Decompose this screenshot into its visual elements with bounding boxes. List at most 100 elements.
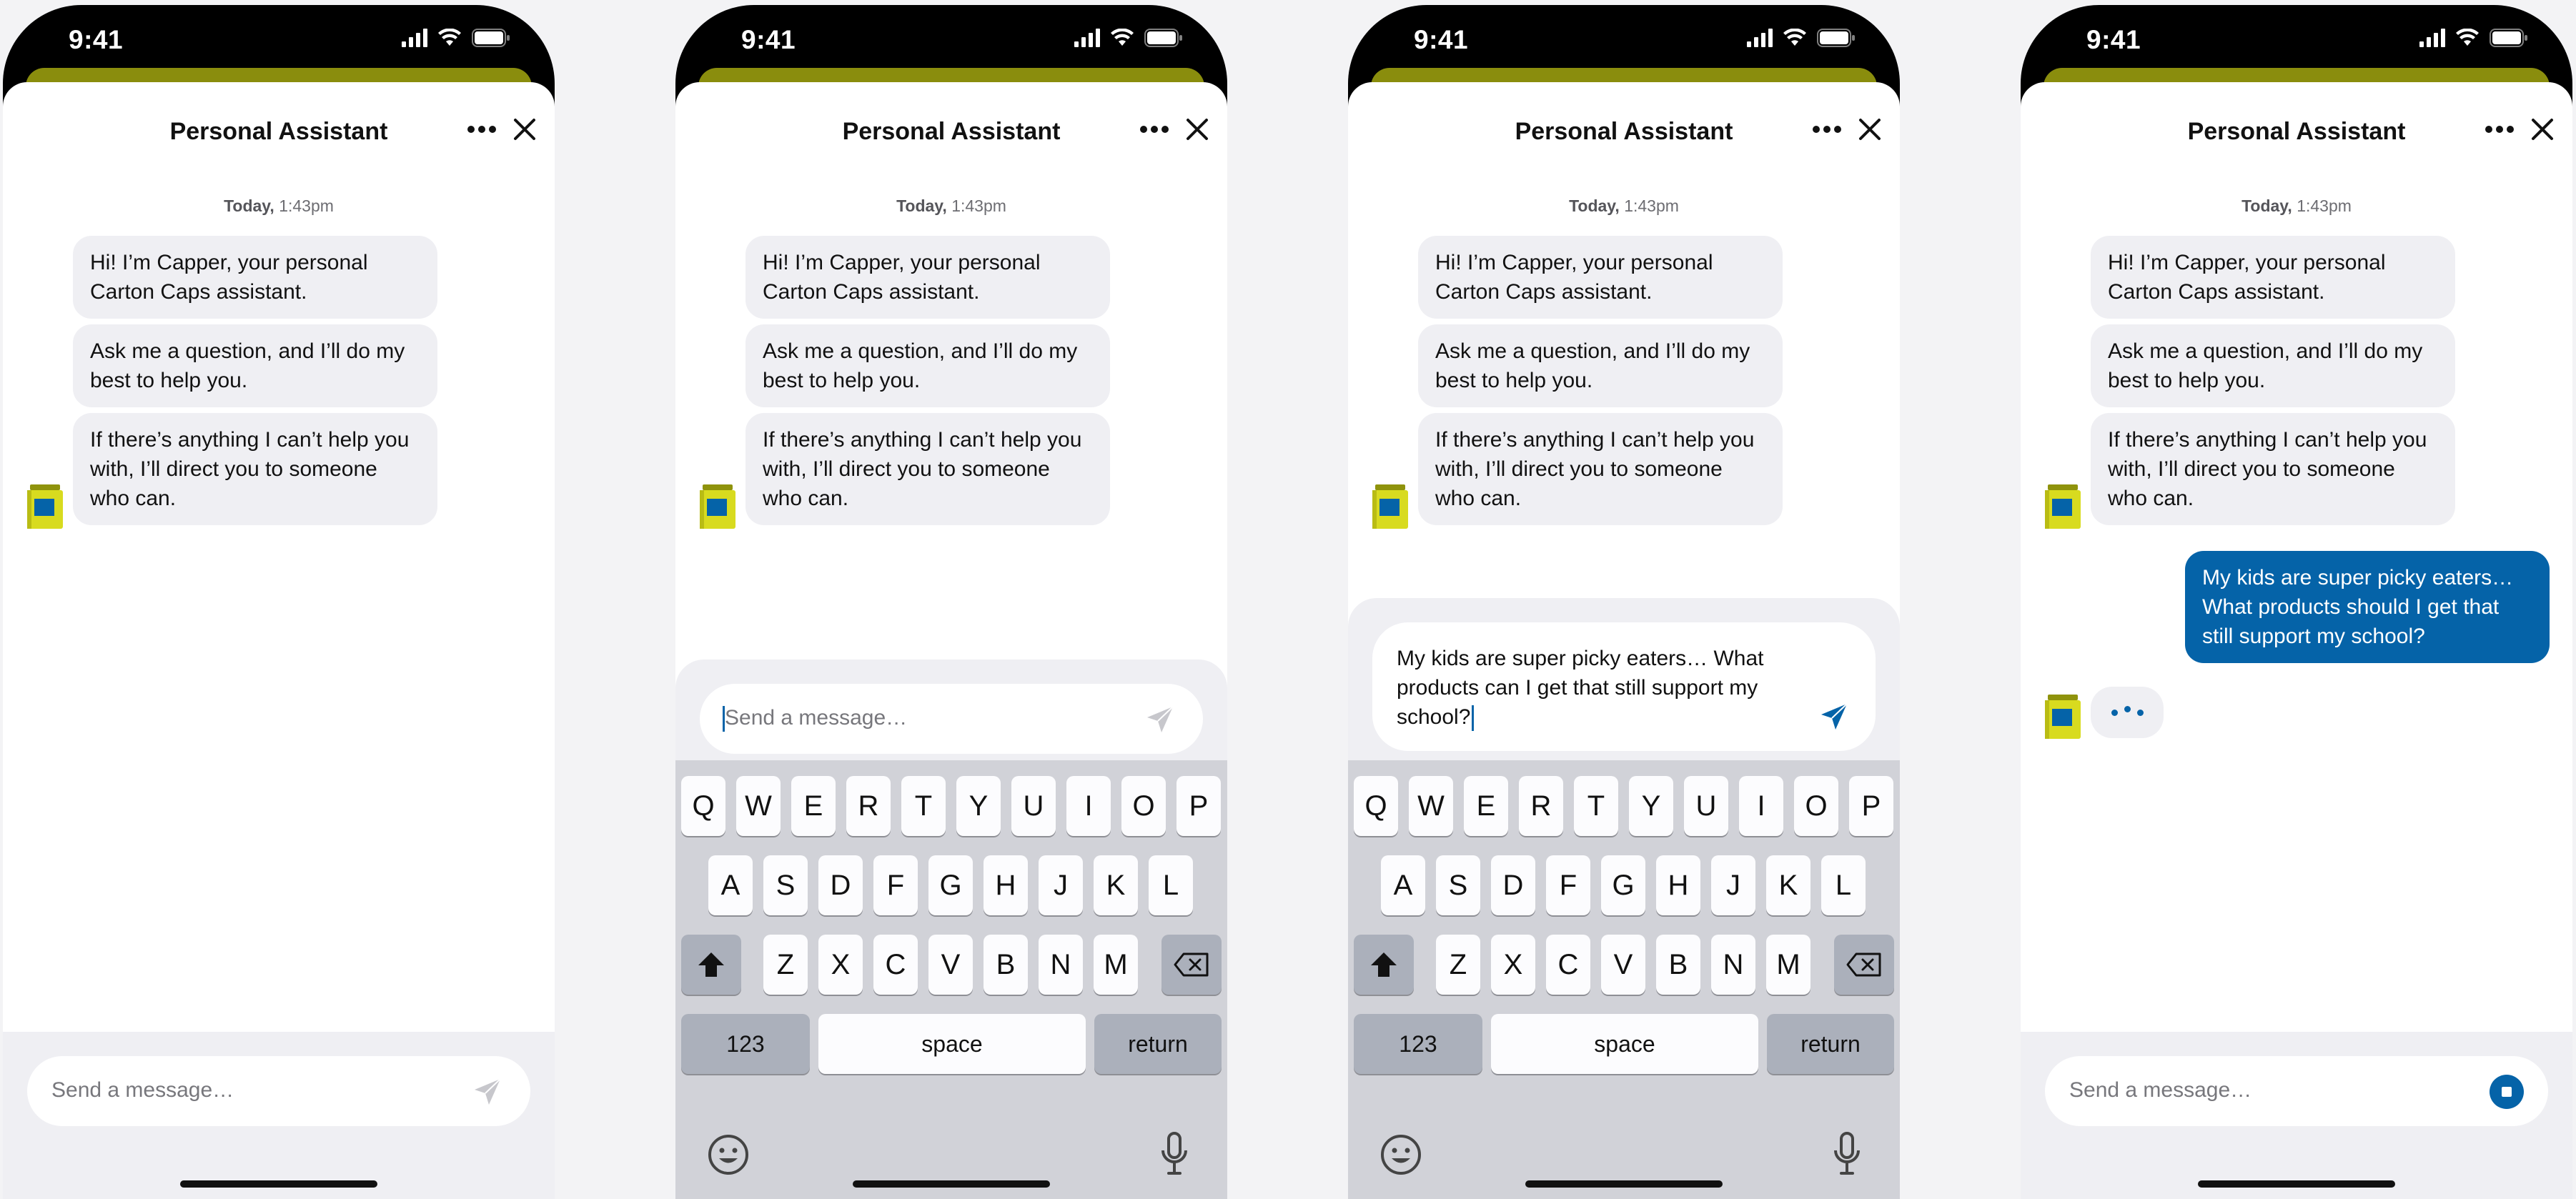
return-key[interactable]: return [1094,1014,1222,1074]
emoji-icon[interactable] [707,1133,750,1176]
more-horizontal-icon[interactable] [1813,125,1841,134]
typing-dot [2124,705,2131,712]
key-g[interactable]: G [928,855,973,915]
key-c[interactable]: C [1546,935,1590,995]
key-o[interactable]: O [1121,776,1166,836]
key-f[interactable]: F [1546,855,1590,915]
message-input[interactable]: Send a message… [2045,1056,2548,1126]
key-l[interactable]: L [1821,855,1866,915]
key-d[interactable]: D [818,855,863,915]
return-key[interactable]: return [1767,1014,1894,1074]
key-n[interactable]: N [1039,935,1083,995]
key-a[interactable]: A [708,855,753,915]
key-f[interactable]: F [873,855,918,915]
key-q[interactable]: Q [1354,776,1398,836]
message-input[interactable]: Send a message… [27,1056,530,1126]
key-h[interactable]: H [1656,855,1700,915]
key-w[interactable]: W [736,776,781,836]
key-v[interactable]: V [1601,935,1645,995]
backspace-key[interactable] [1834,935,1894,995]
message-input[interactable]: My kids are super picky eaters… What pro… [1372,622,1876,751]
key-t[interactable]: T [901,776,946,836]
cellular-signal-icon [1747,29,1773,47]
key-x[interactable]: X [818,935,863,995]
key-z[interactable]: Z [1436,935,1480,995]
close-icon[interactable] [1186,118,1209,141]
chat-header: Personal Assistant [3,109,555,159]
key-e[interactable]: E [1464,776,1508,836]
space-key[interactable]: space [1491,1014,1758,1074]
bot-message-1: Hi! I’m Capper, your personal Carton Cap… [1418,236,1783,319]
battery-icon [472,29,510,47]
key-p[interactable]: P [1849,776,1893,836]
microphone-icon[interactable] [1833,1132,1861,1176]
battery-icon [1817,29,1855,47]
key-m[interactable]: M [1094,935,1138,995]
numbers-key[interactable]: 123 [681,1014,810,1074]
key-d[interactable]: D [1491,855,1535,915]
space-key[interactable]: space [818,1014,1086,1074]
key-e[interactable]: E [791,776,836,836]
key-u[interactable]: U [1684,776,1728,836]
send-icon[interactable] [1820,702,1848,731]
key-n[interactable]: N [1711,935,1755,995]
close-icon[interactable] [513,118,536,141]
key-q[interactable]: Q [681,776,725,836]
key-z[interactable]: Z [763,935,808,995]
key-j[interactable]: J [1039,855,1083,915]
key-r[interactable]: R [1519,776,1563,836]
shift-key[interactable] [1354,935,1414,995]
key-s[interactable]: S [763,855,808,915]
carton-caps-bin-icon [1372,484,1408,529]
key-i[interactable]: I [1066,776,1111,836]
timestamp-day: Today, [896,196,947,215]
typing-indicator [2091,687,2164,738]
key-y[interactable]: Y [1629,776,1673,836]
key-y[interactable]: Y [956,776,1001,836]
carton-caps-bin-icon [2045,484,2081,529]
shift-icon [698,952,724,977]
key-p[interactable]: P [1176,776,1221,836]
more-horizontal-icon[interactable] [1140,125,1169,134]
key-c[interactable]: C [873,935,918,995]
bot-message-2: Ask me a question, and I’ll do my best t… [73,324,437,407]
key-w[interactable]: W [1409,776,1453,836]
key-v[interactable]: V [928,935,973,995]
close-icon[interactable] [2531,118,2554,141]
send-icon[interactable] [473,1078,502,1106]
backspace-key[interactable] [1161,935,1222,995]
key-s[interactable]: S [1436,855,1480,915]
message-input[interactable]: Send a message… [700,684,1203,754]
key-o[interactable]: O [1794,776,1838,836]
numbers-key[interactable]: 123 [1354,1014,1482,1074]
key-j[interactable]: J [1711,855,1755,915]
key-b[interactable]: B [984,935,1028,995]
key-k[interactable]: K [1094,855,1138,915]
key-g[interactable]: G [1601,855,1645,915]
close-icon[interactable] [1858,118,1881,141]
key-r[interactable]: R [846,776,891,836]
key-t[interactable]: T [1574,776,1618,836]
key-b[interactable]: B [1656,935,1700,995]
more-horizontal-icon[interactable] [467,125,496,134]
status-icons [1074,29,1183,47]
send-icon[interactable] [1146,705,1174,734]
microphone-icon[interactable] [1160,1132,1189,1176]
key-h[interactable]: H [984,855,1028,915]
key-a[interactable]: A [1381,855,1425,915]
stop-icon[interactable] [2490,1075,2524,1109]
battery-icon [2490,29,2527,47]
status-time: 9:41 [741,25,796,54]
key-k[interactable]: K [1766,855,1810,915]
more-horizontal-icon[interactable] [2485,125,2514,134]
key-x[interactable]: X [1491,935,1535,995]
key-u[interactable]: U [1011,776,1056,836]
key-i[interactable]: I [1739,776,1783,836]
keyboard: Q W E R T Y U I O P A S D F G H J K L Z … [675,760,1227,1199]
key-l[interactable]: L [1149,855,1193,915]
shift-key[interactable] [681,935,741,995]
key-m[interactable]: M [1766,935,1810,995]
emoji-icon[interactable] [1379,1133,1422,1176]
timestamp-day: Today, [1569,196,1620,215]
composer-area: Send a message… [2021,1032,2572,1199]
